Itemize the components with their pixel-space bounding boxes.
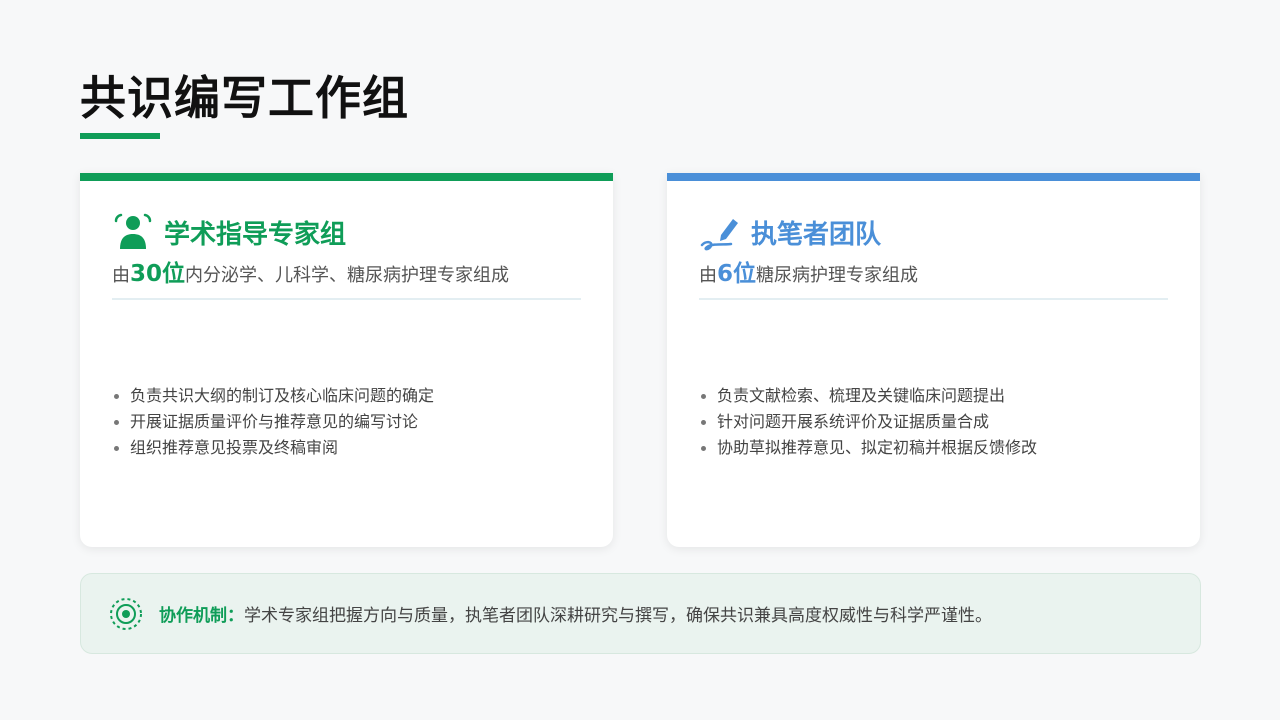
- bullet-dot: [701, 393, 706, 399]
- list-item: 针对问题开展系统评价及证据质量合成: [699, 409, 1037, 435]
- subtitle-rest: 内分泌学、儿科学、糖尿病护理专家组成: [185, 265, 510, 286]
- writing-team-card: 执笔者团队 由6位糖尿病护理专家组成 负责文献检索、梳理及关键临床问题提出 针对…: [667, 173, 1200, 547]
- person-group-icon: [112, 211, 154, 253]
- card-divider: [112, 298, 581, 300]
- list-item-text: 协助草拟推荐意见、拟定初稿并根据反馈修改: [717, 438, 1038, 457]
- target-circle-icon: [109, 597, 143, 631]
- card-title: 学术指导专家组: [164, 219, 347, 250]
- subtitle-prefix: 由: [112, 265, 130, 286]
- academic-guidance-card: 学术指导专家组 由30位内分泌学、儿科学、糖尿病护理专家组成 负责共识大纲的制订…: [80, 173, 613, 547]
- title-underline: [80, 133, 160, 139]
- footer-text: 学术专家组把握方向与质量，执笔者团队深耕研究与撰写，确保共识兼具高度权威性与科学…: [244, 606, 992, 626]
- bullet-dot: [114, 445, 119, 451]
- list-item-text: 开展证据质量评价与推荐意见的编写讨论: [130, 412, 419, 431]
- list-item: 组织推荐意见投票及终稿审阅: [112, 435, 434, 461]
- list-item-text: 针对问题开展系统评价及证据质量合成: [717, 412, 990, 431]
- list-item: 负责文献检索、梳理及关键临床问题提出: [699, 383, 1037, 409]
- card-header: 学术指导专家组: [112, 211, 346, 253]
- card-subtitle: 由30位内分泌学、儿科学、糖尿病护理专家组成: [112, 257, 509, 293]
- card-title: 执笔者团队: [751, 219, 882, 250]
- subtitle-prefix: 由: [699, 265, 717, 286]
- subtitle-rest: 糖尿病护理专家组成: [756, 265, 919, 286]
- page-title: 共识编写工作组: [80, 71, 409, 125]
- bullet-dot: [701, 445, 706, 451]
- footer-label: 协作机制：: [159, 606, 244, 626]
- list-item-text: 组织推荐意见投票及终稿审阅: [130, 438, 339, 457]
- card-divider: [699, 298, 1168, 300]
- list-item: 协助草拟推荐意见、拟定初稿并根据反馈修改: [699, 435, 1037, 461]
- member-count: 6位: [717, 261, 757, 287]
- collaboration-mechanism-box: 协作机制： 学术专家组把握方向与质量，执笔者团队深耕研究与撰写，确保共识兼具高度…: [80, 573, 1201, 654]
- member-count: 30位: [130, 261, 186, 287]
- card-header: 执笔者团队: [699, 211, 881, 253]
- bullet-dot: [114, 393, 119, 399]
- list-item-text: 负责共识大纲的制订及核心临床问题的确定: [130, 386, 435, 405]
- responsibility-list: 负责共识大纲的制订及核心临床问题的确定 开展证据质量评价与推荐意见的编写讨论 组…: [112, 383, 434, 461]
- bullet-dot: [114, 419, 119, 425]
- list-item-text: 负责文献检索、梳理及关键临床问题提出: [717, 386, 1006, 405]
- list-item: 负责共识大纲的制订及核心临床问题的确定: [112, 383, 434, 409]
- list-item: 开展证据质量评价与推荐意见的编写讨论: [112, 409, 434, 435]
- pen-writing-icon: [699, 211, 741, 253]
- responsibility-list: 负责文献检索、梳理及关键临床问题提出 针对问题开展系统评价及证据质量合成 协助草…: [699, 383, 1037, 461]
- card-subtitle: 由6位糖尿病护理专家组成: [699, 257, 918, 293]
- bullet-dot: [701, 419, 706, 425]
